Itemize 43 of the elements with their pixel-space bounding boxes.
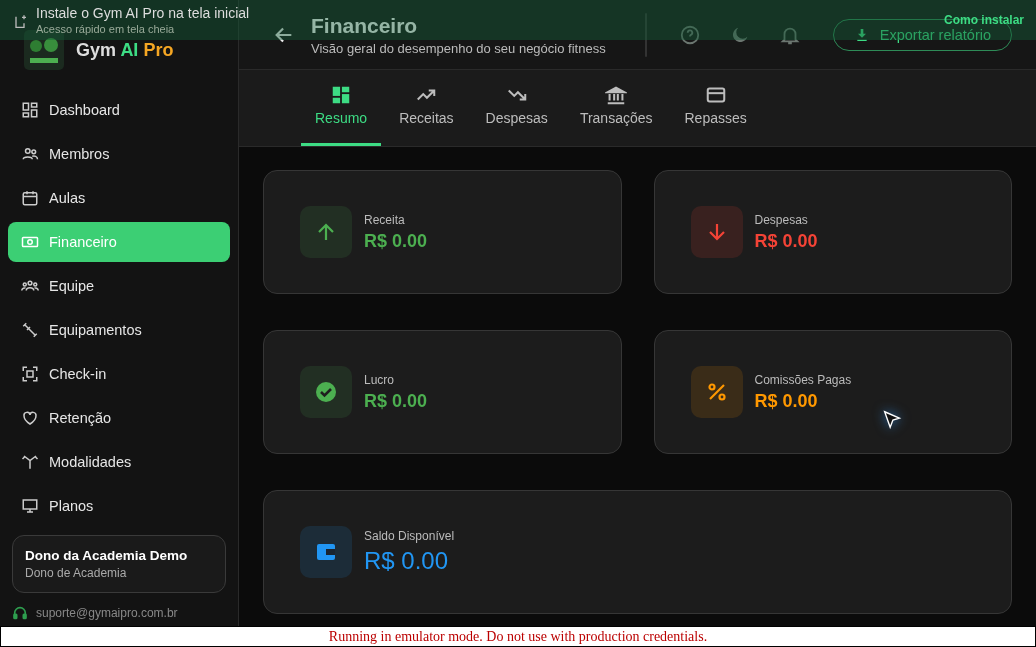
stat-label: Receita [364, 212, 406, 227]
tab[interactable]: Despesas [471, 70, 562, 146]
qr-code-icon [21, 365, 39, 383]
help-icon[interactable] [678, 23, 701, 46]
banner-subtitle: Acesso rápido em tela cheia [36, 23, 176, 35]
page-subtitle: Visão geral do desempenho do seu negócio fitness [311, 40, 607, 56]
pointer-cursor-icon [881, 409, 903, 431]
stat-label: Saldo Disponível [364, 529, 455, 543]
tab[interactable]: Receitas [385, 70, 468, 146]
grid-icon [21, 101, 39, 119]
user-name: Dono da Academia Demo [25, 548, 189, 563]
page-title: Financeiro [311, 13, 419, 38]
tab[interactable]: Transações [565, 70, 667, 146]
emulator-notice: Running in emulator mode. Do not use with production credentials. [0, 626, 1036, 647]
nav-item[interactable]: Dashboard [8, 90, 230, 130]
nav-item[interactable]: Modalidades [8, 442, 230, 482]
tab[interactable]: Repasses [670, 70, 761, 146]
user-role: Dono de Academia [25, 566, 128, 580]
stat-label: Despesas [754, 212, 809, 227]
install-app-icon [12, 13, 28, 31]
stat-value: R$ 0.00 [364, 390, 428, 412]
stat-label: Lucro [364, 372, 396, 387]
nav-item[interactable]: Equipe [8, 266, 230, 306]
nav-item[interactable]: Membros [8, 134, 230, 174]
nav-item[interactable]: Planos [8, 486, 230, 526]
user-card[interactable]: Dono da Academia Demo Dono de Academia [12, 535, 226, 593]
nav-item[interactable]: Retenção [8, 398, 230, 438]
brand-name: Gym AI Pro [76, 39, 174, 61]
calendar-icon [21, 189, 39, 207]
stat-value: R$ 0.00 [364, 230, 428, 252]
nav-item[interactable]: Equipamentos [8, 310, 230, 350]
nav-item[interactable]: Aulas [8, 178, 230, 218]
stat-value: R$ 0.00 [754, 390, 819, 412]
heart-icon [21, 409, 39, 427]
headset-icon [12, 605, 28, 621]
dumbbell-icon [21, 321, 39, 339]
stat-value: R$ 0.00 [754, 230, 818, 252]
stat-value: R$ 0.00 [364, 547, 450, 575]
nav-item[interactable]: Check-in [8, 354, 230, 394]
banner-title: Instale o Gym AI Pro na tela inicial [36, 5, 250, 21]
tab[interactable]: Resumo [301, 70, 382, 146]
support-email[interactable]: suporte@gymaipro.com.br [36, 606, 178, 620]
stat-label: Comissões Pagas [754, 372, 852, 387]
